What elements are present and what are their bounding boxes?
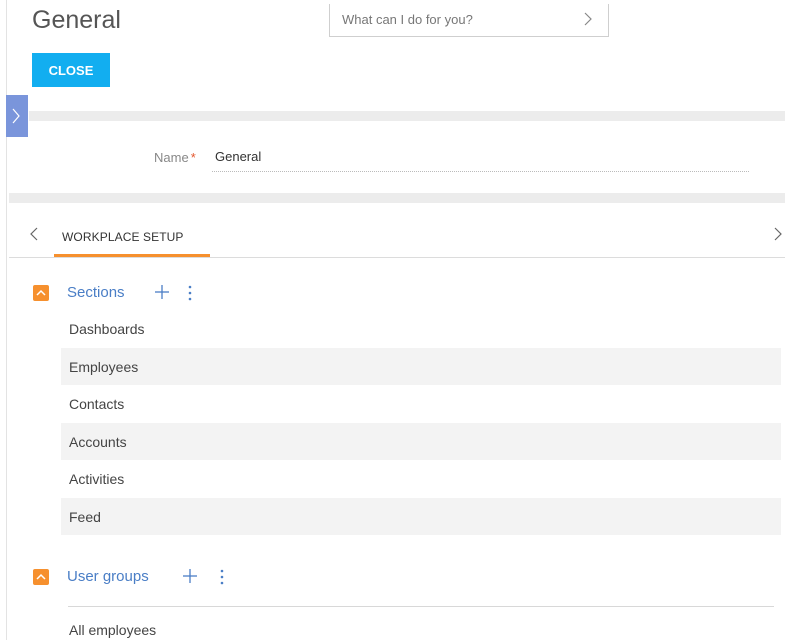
chevron-right-icon[interactable] — [773, 226, 783, 242]
tab-bar: WORKPLACE SETUP — [9, 212, 785, 258]
list-item[interactable]: Accounts — [61, 422, 781, 460]
page-title: General — [32, 6, 121, 34]
sections-group-header: Sections — [33, 283, 233, 303]
sections-list: Dashboards Employees Contacts Accounts A… — [61, 310, 781, 535]
plus-icon[interactable] — [181, 567, 199, 585]
command-line[interactable] — [329, 4, 609, 37]
list-item[interactable]: Activities — [61, 460, 781, 498]
collapse-user-groups-button[interactable] — [33, 569, 49, 585]
chevron-left-icon[interactable] — [29, 226, 39, 242]
chevron-right-icon — [12, 108, 20, 124]
name-field-underline — [212, 171, 749, 172]
command-input[interactable] — [342, 12, 572, 27]
list-item[interactable]: Contacts — [61, 385, 781, 423]
list-item[interactable]: Employees — [61, 347, 781, 385]
divider — [68, 606, 774, 607]
plus-icon[interactable] — [153, 283, 171, 301]
close-button[interactable]: CLOSE — [32, 53, 110, 87]
user-groups-title[interactable]: User groups — [67, 568, 149, 585]
tab-label: WORKPLACE SETUP — [62, 230, 184, 244]
chevron-right-icon[interactable] — [582, 11, 594, 27]
more-vertical-icon[interactable] — [220, 569, 224, 585]
list-item[interactable]: Dashboards — [61, 310, 781, 348]
more-vertical-icon[interactable] — [188, 285, 192, 301]
required-marker: * — [190, 150, 196, 165]
chevron-up-icon — [36, 289, 46, 296]
list-item[interactable]: Feed — [61, 497, 781, 535]
side-panel-toggle[interactable] — [6, 95, 28, 137]
chevron-up-icon — [36, 573, 46, 580]
user-groups-header: User groups — [33, 567, 253, 587]
tab-workplace-setup[interactable]: WORKPLACE SETUP — [54, 212, 210, 257]
sections-title[interactable]: Sections — [67, 284, 125, 301]
list-item[interactable]: All employees — [69, 622, 156, 638]
separator-band — [9, 193, 785, 203]
name-field[interactable]: General — [215, 149, 261, 164]
separator-band — [29, 111, 785, 121]
name-label: Name * — [154, 150, 196, 165]
collapse-sections-button[interactable] — [33, 285, 49, 301]
